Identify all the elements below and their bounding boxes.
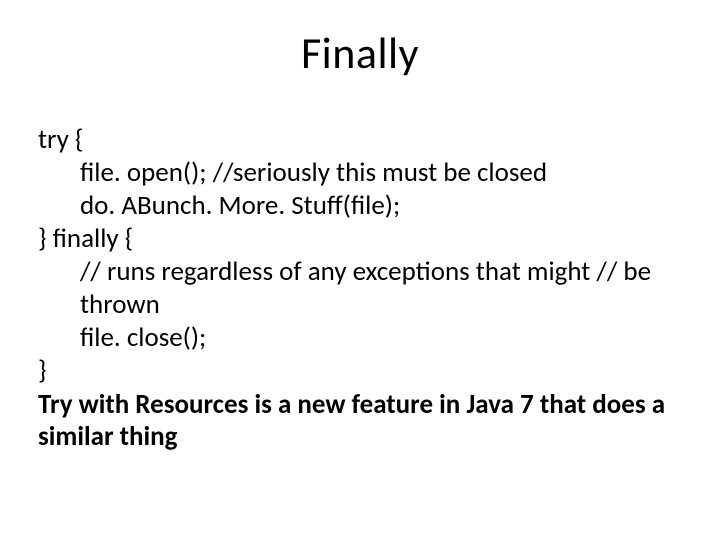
code-line-end: } bbox=[38, 355, 682, 388]
code-line-comment: // runs regardless of any exceptions tha… bbox=[38, 256, 682, 322]
code-line-finally: } finally { bbox=[38, 223, 682, 256]
code-line-open: file. open(); //seriously this must be c… bbox=[38, 157, 682, 190]
slide-body: try { file. open(); //seriously this mus… bbox=[38, 124, 682, 454]
footer-note: Try with Resources is a new feature in J… bbox=[38, 389, 682, 455]
code-line-stuff: do. ABunch. More. Stuff(file); bbox=[38, 190, 682, 223]
code-line-close: file. close(); bbox=[38, 322, 682, 355]
slide: Finally try { file. open(); //seriously … bbox=[0, 0, 720, 540]
slide-title: Finally bbox=[0, 26, 720, 80]
code-line-try: try { bbox=[38, 124, 682, 157]
